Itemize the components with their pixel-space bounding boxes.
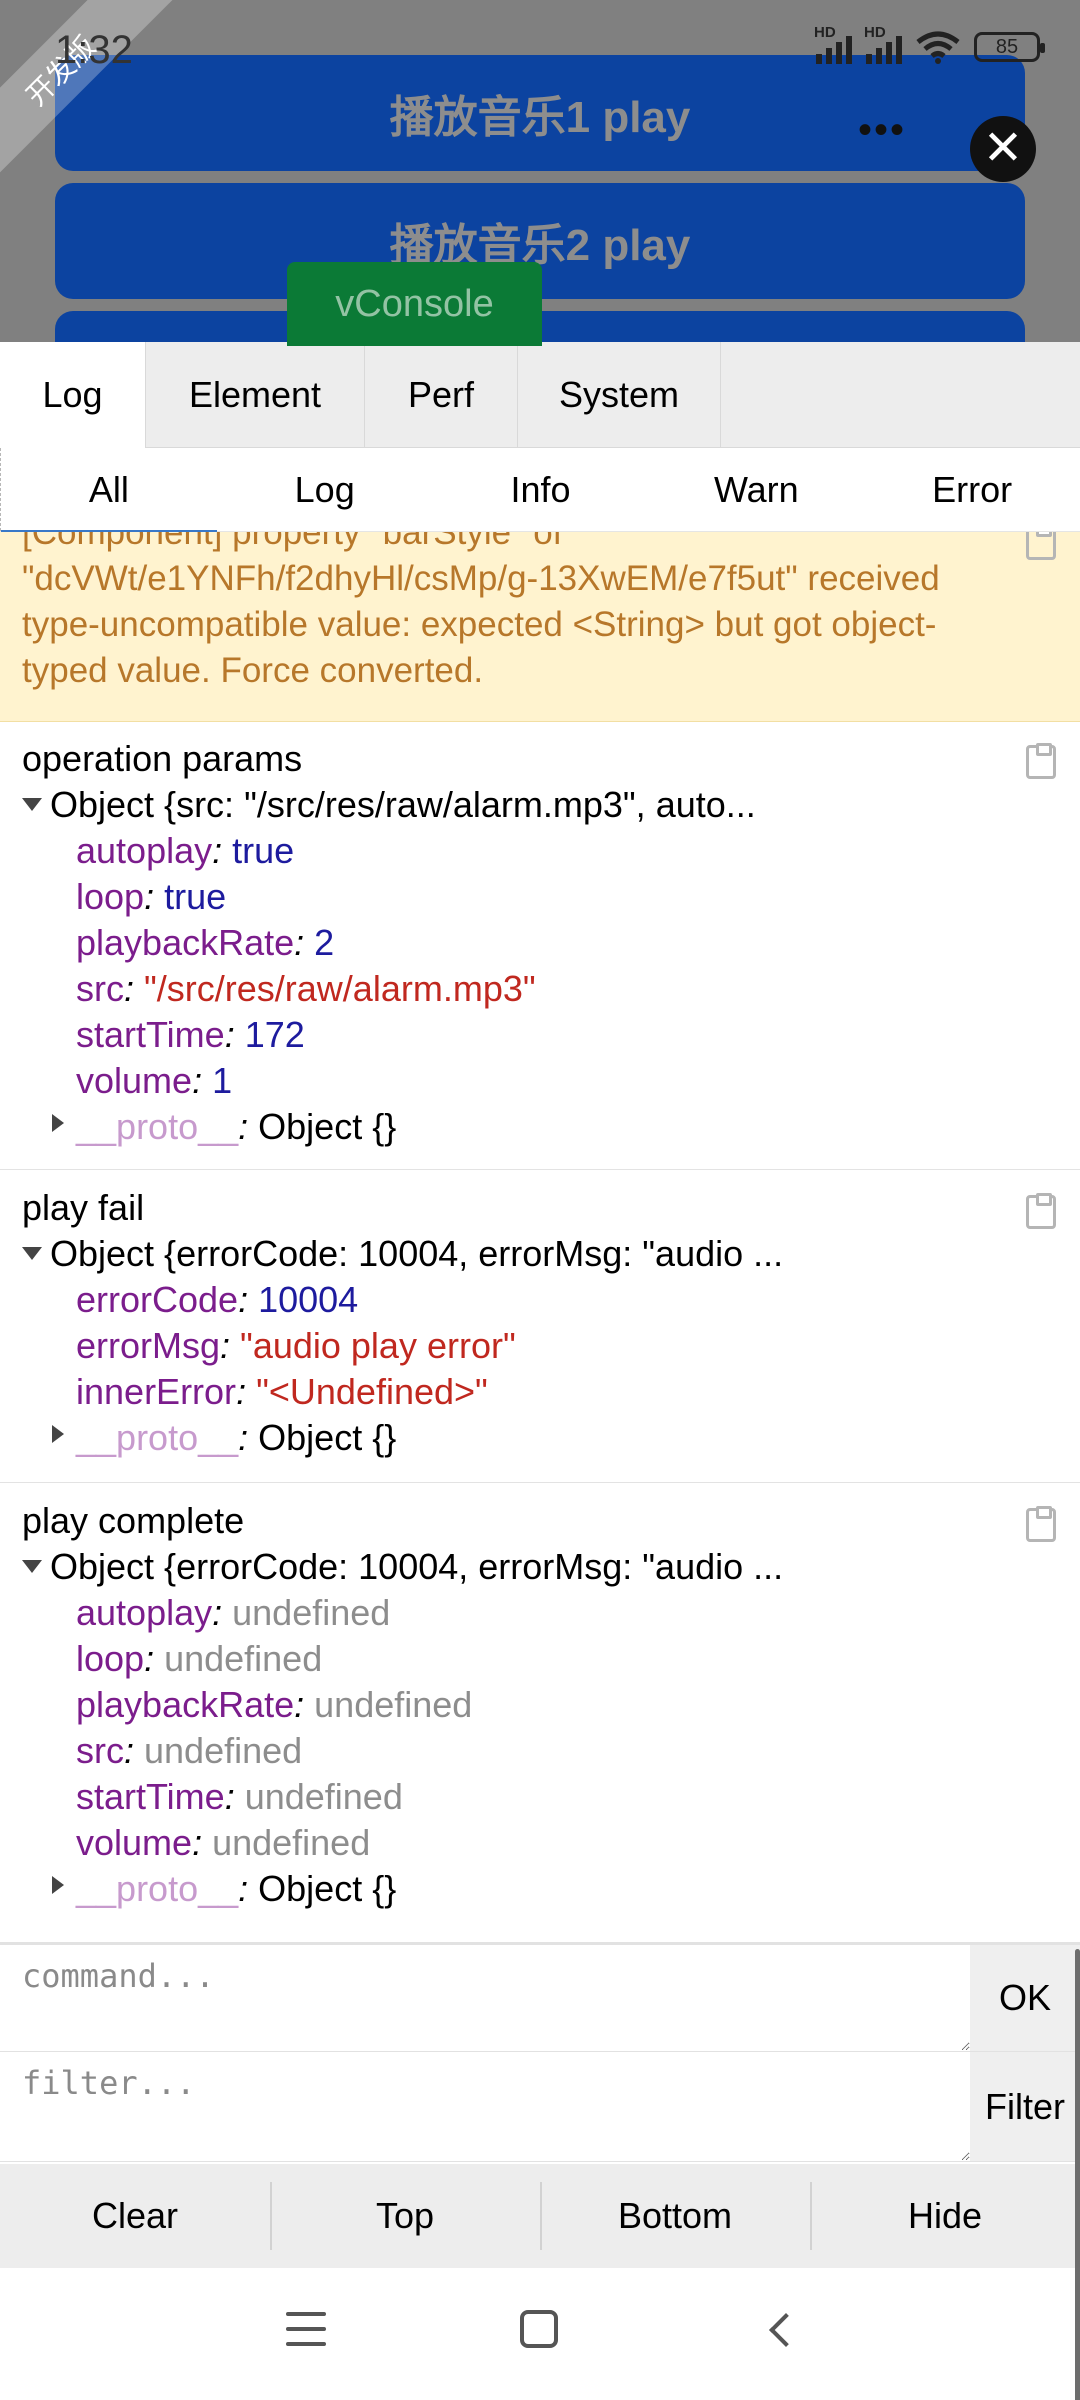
copy-icon[interactable]	[1026, 743, 1056, 779]
object-property: src: "/src/res/raw/alarm.mp3"	[76, 968, 536, 1009]
home-icon[interactable]	[520, 2310, 558, 2348]
log-entry: play fail Object {errorCode: 10004, erro…	[0, 1171, 1080, 1483]
top-button[interactable]: Top	[270, 2164, 540, 2268]
object-property: startTime: undefined	[76, 1776, 403, 1817]
status-icons: HD HD 85	[814, 24, 1045, 64]
menu-icon[interactable]	[286, 2312, 326, 2346]
log-entry: operation params Object {src: "/src/res/…	[0, 722, 1080, 1170]
command-input[interactable]	[0, 1945, 970, 2051]
battery-icon: 85	[974, 32, 1045, 62]
wifi-icon	[916, 31, 960, 64]
log-title: play fail	[22, 1187, 145, 1228]
signal-icon: HD	[864, 24, 902, 64]
command-row: OK	[0, 1942, 1080, 2052]
object-property: errorMsg: "audio play error"	[76, 1325, 516, 1366]
expand-triangle-icon[interactable]	[52, 1876, 64, 1894]
object-summary[interactable]: Object {src: "/src/res/raw/alarm.mp3", a…	[50, 782, 756, 828]
more-options-icon[interactable]: •••	[858, 110, 906, 150]
object-property: playbackRate: 2	[76, 922, 335, 963]
vconsole-toggle-button[interactable]: vConsole	[287, 262, 542, 346]
object-property: playbackRate: undefined	[76, 1684, 473, 1725]
object-property: loop: true	[76, 876, 227, 917]
tab-element[interactable]: Element	[146, 342, 365, 448]
filter-row: Filter	[0, 2052, 1080, 2162]
warning-log-entry: [Component] property "barStyle" of "dcVW…	[0, 532, 1080, 722]
log-entry: play complete Object {errorCode: 10004, …	[0, 1484, 1080, 1942]
object-property: errorCode: 10004	[76, 1279, 359, 1320]
system-navigation-bar	[0, 2268, 1080, 2400]
filter-button[interactable]: Filter	[970, 2052, 1080, 2161]
status-time: 1:32	[55, 28, 133, 72]
object-property: src: undefined	[76, 1730, 303, 1771]
copy-icon[interactable]	[1026, 532, 1056, 560]
hide-button[interactable]: Hide	[810, 2164, 1080, 2268]
collapse-triangle-icon[interactable]	[22, 1247, 42, 1260]
hd-label: HD	[864, 24, 886, 41]
subtab-log[interactable]: Log	[217, 448, 433, 531]
expand-triangle-icon[interactable]	[52, 1114, 64, 1132]
collapse-triangle-icon[interactable]	[22, 1560, 42, 1573]
vconsole-panel: Log Element Perf System All Log Info War…	[0, 342, 1080, 2400]
subtab-info[interactable]: Info	[433, 448, 649, 531]
close-icon[interactable]: ✕	[970, 116, 1036, 182]
hd-label: HD	[814, 24, 836, 41]
object-property: autoplay: undefined	[76, 1592, 391, 1633]
log-scrollbar[interactable]	[1075, 1949, 1080, 2400]
bottom-button[interactable]: Bottom	[540, 2164, 810, 2268]
warning-message: [Component] property "barStyle" of "dcVW…	[22, 532, 940, 690]
subtab-all[interactable]: All	[0, 448, 217, 532]
log-level-tabs: All Log Info Warn Error	[0, 448, 1080, 532]
object-property: volume: 1	[76, 1060, 233, 1101]
vconsole-tab-bar: Log Element Perf System	[0, 342, 1080, 448]
clear-button[interactable]: Clear	[0, 2164, 270, 2268]
copy-icon[interactable]	[1026, 1193, 1056, 1229]
object-property: startTime: 172	[76, 1014, 305, 1055]
object-property: innerError: "<Undefined>"	[76, 1371, 488, 1412]
log-title: operation params	[22, 738, 303, 779]
proto-property[interactable]: __proto__: Object {}	[76, 1104, 396, 1150]
tab-log[interactable]: Log	[0, 342, 146, 448]
subtab-warn[interactable]: Warn	[648, 448, 864, 531]
back-icon[interactable]	[764, 2312, 798, 2346]
collapse-triangle-icon[interactable]	[22, 798, 42, 811]
object-property: loop: undefined	[76, 1638, 323, 1679]
proto-property[interactable]: __proto__: Object {}	[76, 1415, 396, 1461]
object-summary[interactable]: Object {errorCode: 10004, errorMsg: "aud…	[50, 1231, 783, 1277]
tab-perf[interactable]: Perf	[365, 342, 518, 448]
signal-icon: HD	[814, 24, 852, 64]
log-list[interactable]: [Component] property "barStyle" of "dcVW…	[0, 532, 1080, 1942]
proto-property[interactable]: __proto__: Object {}	[76, 1866, 396, 1912]
command-ok-button[interactable]: OK	[970, 1945, 1080, 2051]
tab-system[interactable]: System	[518, 342, 721, 448]
log-title: play complete	[22, 1500, 245, 1541]
object-summary[interactable]: Object {errorCode: 10004, errorMsg: "aud…	[50, 1544, 783, 1590]
expand-triangle-icon[interactable]	[52, 1425, 64, 1443]
object-property: volume: undefined	[76, 1822, 371, 1863]
filter-input[interactable]	[0, 2052, 970, 2161]
object-property: autoplay: true	[76, 830, 295, 871]
copy-icon[interactable]	[1026, 1506, 1056, 1542]
subtab-error[interactable]: Error	[864, 448, 1080, 531]
vconsole-toolbar: Clear Top Bottom Hide	[0, 2164, 1080, 2268]
